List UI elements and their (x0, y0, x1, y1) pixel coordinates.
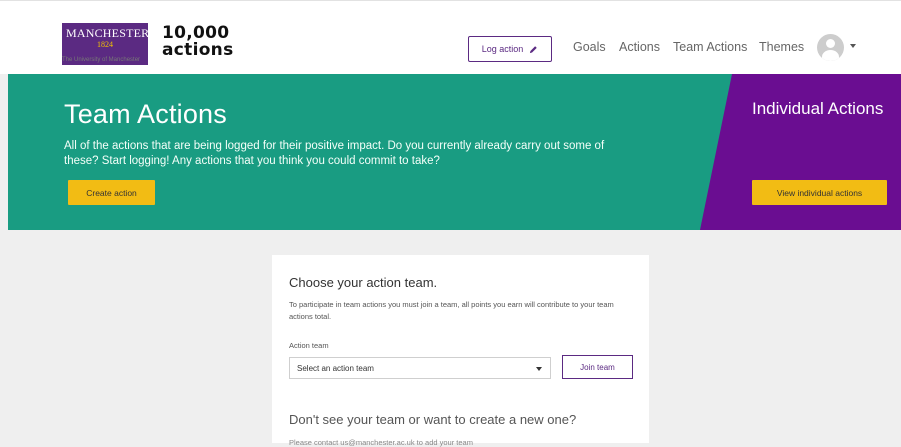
card-title: Choose your action team. (289, 275, 438, 290)
top-header: MANCHESTER 1824 The University of Manche… (0, 0, 901, 74)
choose-team-card: Choose your action team. To participate … (272, 255, 649, 447)
page-description: All of the actions that are being logged… (64, 140, 605, 167)
chevron-down-icon[interactable] (850, 44, 856, 48)
nav-goals[interactable]: Goals (573, 40, 606, 54)
dropdown-arrow-icon (536, 367, 542, 371)
university-subtitle: The University of Manchester (62, 57, 141, 63)
logo-line-2: actions (162, 40, 234, 60)
action-team-select[interactable]: Select an action team (289, 357, 551, 379)
nav-team-actions[interactable]: Team Actions (673, 40, 747, 54)
page-title: Team Actions (64, 99, 227, 129)
individual-actions-title: Individual Actions (752, 99, 884, 118)
action-team-label: Action team (289, 341, 329, 350)
log-action-button[interactable]: Log action (468, 36, 552, 62)
view-individual-actions-button[interactable]: View individual actions (752, 180, 887, 205)
action-team-select-value: Select an action team (297, 363, 374, 373)
join-team-button[interactable]: Join team (562, 355, 633, 379)
pencil-icon (530, 45, 538, 53)
nav-actions[interactable]: Actions (619, 40, 660, 54)
university-name: MANCHESTER (66, 26, 150, 40)
create-team-heading: Don't see your team or want to create a … (289, 412, 577, 427)
ten-thousand-actions-logo[interactable]: 10,000 actions (162, 25, 234, 59)
log-action-label: Log action (481, 44, 524, 54)
create-action-button[interactable]: Create action (68, 180, 155, 205)
user-avatar-icon[interactable] (817, 34, 844, 61)
university-year: 1824 (97, 40, 113, 49)
nav-themes[interactable]: Themes (759, 40, 804, 54)
card-description: To participate in team actions you must … (289, 300, 614, 321)
